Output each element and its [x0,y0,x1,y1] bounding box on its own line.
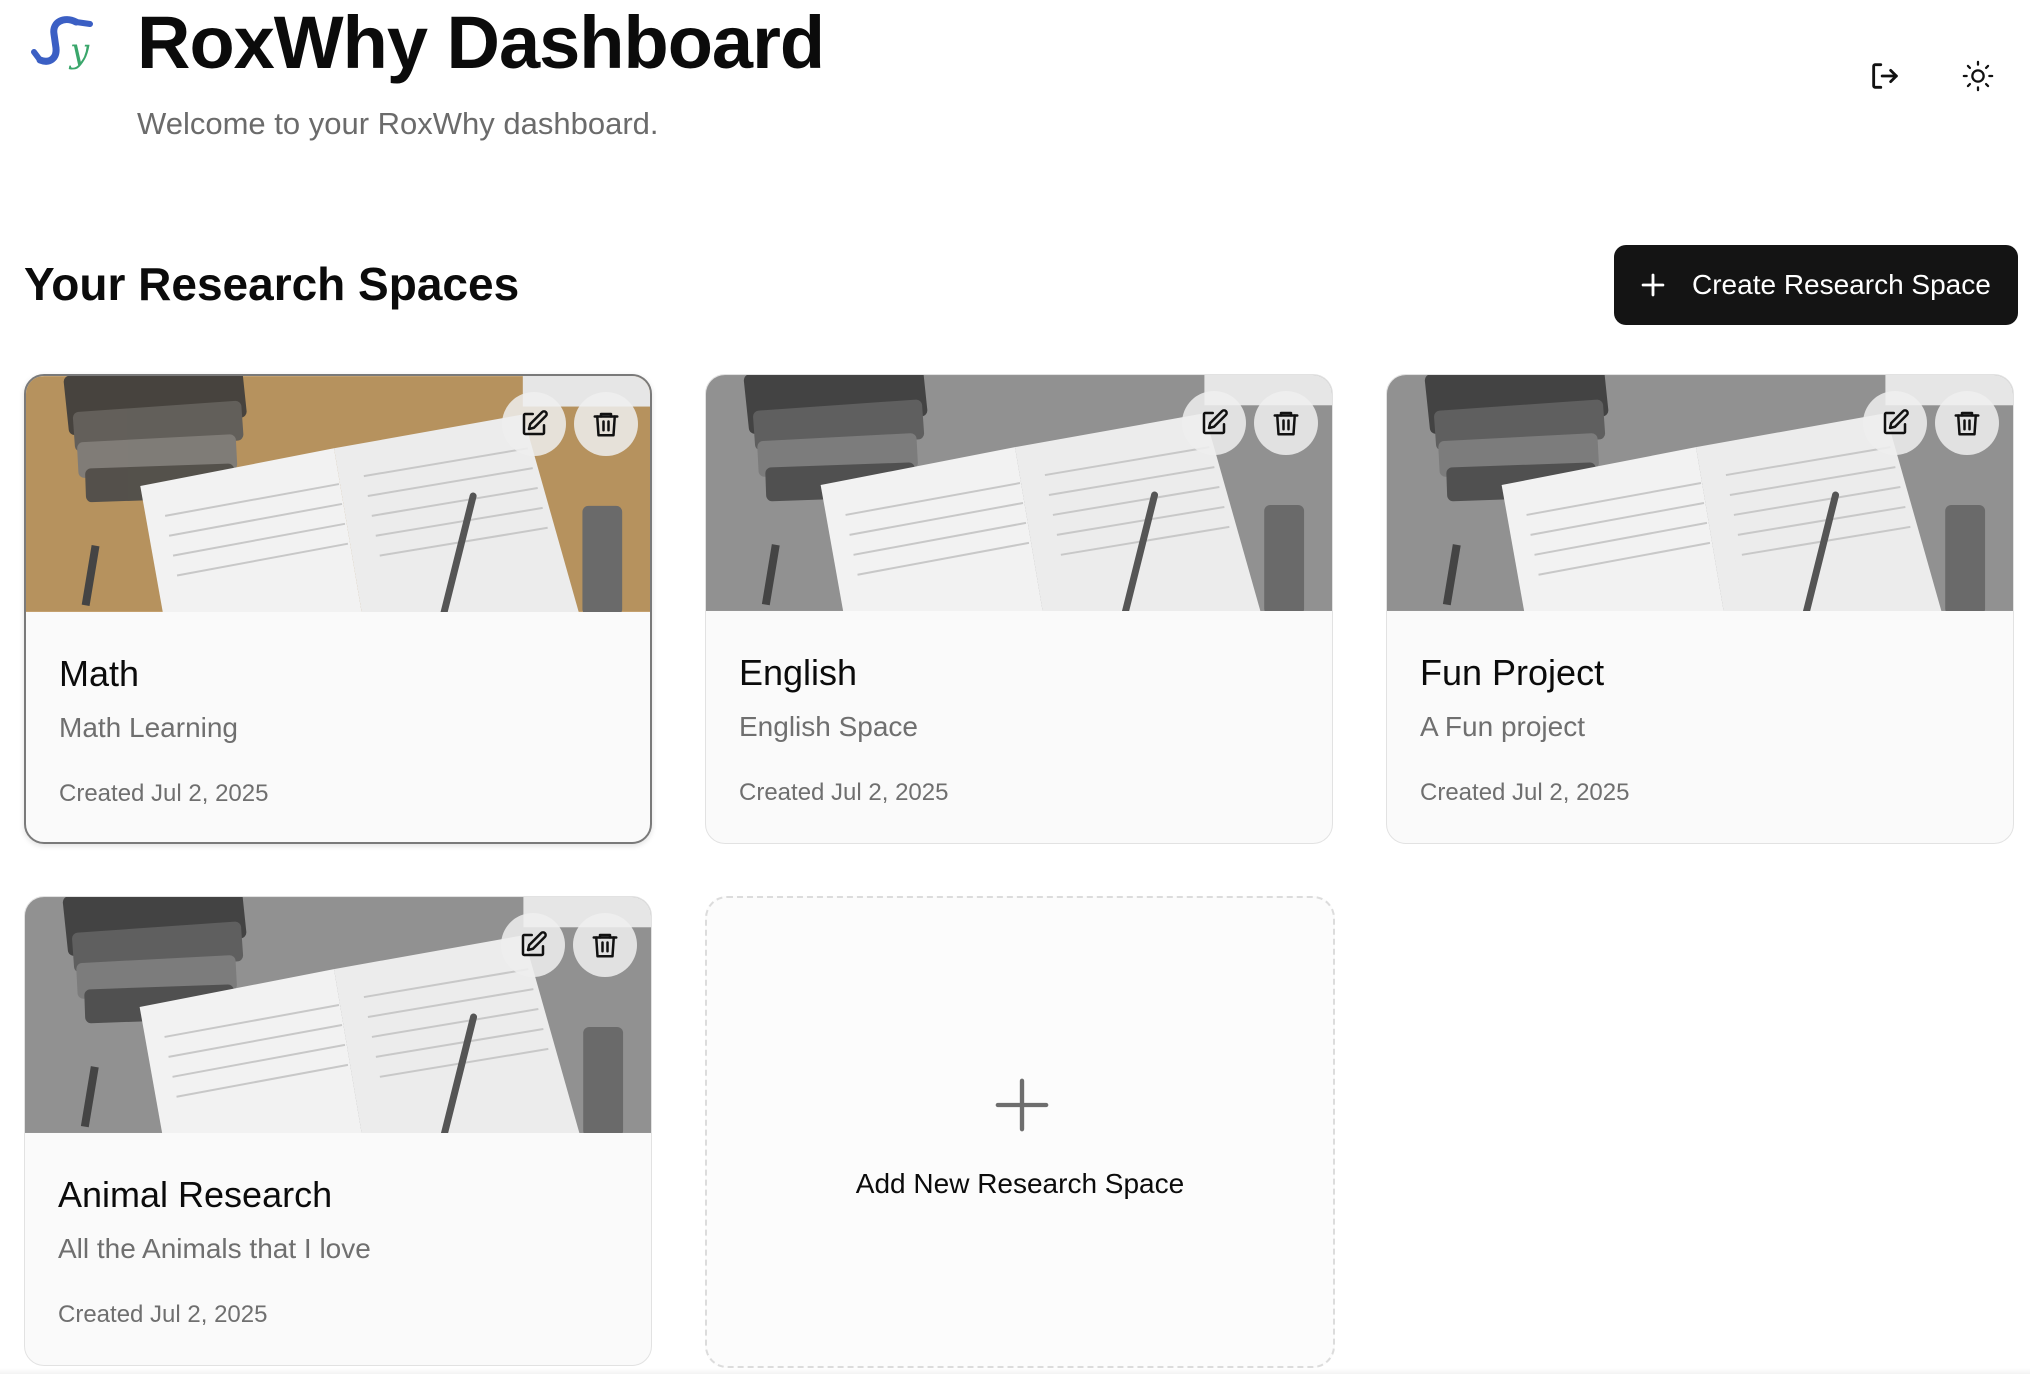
edit-button[interactable] [502,392,566,456]
edit-button[interactable] [501,913,565,977]
section-title: Your Research Spaces [24,258,520,310]
edit-icon [522,410,548,436]
delete-button[interactable] [1254,391,1318,455]
page-subtitle: Welcome to your RoxWhy dashboard. [137,106,659,141]
card-description: A Fun project [1420,711,1585,742]
add-new-research-space-card[interactable]: Add New Research Space [705,896,1335,1368]
sun-icon [1962,60,1994,92]
research-space-card[interactable]: Math Math Learning Created Jul 2, 2025 [24,374,652,844]
page-title: RoxWhy Dashboard [137,1,825,84]
logout-button[interactable] [1861,52,1909,100]
card-title: English [739,652,858,693]
edit-button[interactable] [1182,391,1246,455]
card-created-date: Created Jul 2, 2025 [739,779,949,806]
card-description: English Space [739,711,919,742]
trash-icon [1273,411,1299,436]
card-created-date: Created Jul 2, 2025 [58,1301,268,1328]
research-space-card[interactable]: English English Space Created Jul 2, 202… [705,374,1333,844]
card-title: Animal Research [58,1174,333,1215]
edit-icon [521,931,547,957]
card-created-date: Created Jul 2, 2025 [1420,779,1630,806]
delete-button[interactable] [573,913,637,977]
bottom-fade [0,1368,2030,1374]
trash-icon [1954,411,1980,436]
card-title: Math [59,653,140,694]
trash-icon [592,933,618,958]
svg-text:y: y [68,31,90,71]
plus-icon [993,1076,1051,1134]
card-created-date: Created Jul 2, 2025 [59,780,269,807]
plus-icon [1636,268,1670,302]
add-new-label: Add New Research Space [855,1168,1185,1199]
roxwhy-logo: y [30,14,102,76]
edit-icon [1883,409,1909,435]
delete-button[interactable] [1935,391,1999,455]
card-title: Fun Project [1420,652,1605,693]
theme-toggle-button[interactable] [1954,52,2002,100]
research-space-card[interactable]: Animal Research All the Animals that I l… [24,896,652,1366]
edit-icon [1202,409,1228,435]
logout-icon [1872,63,1898,89]
edit-button[interactable] [1863,391,1927,455]
card-description: All the Animals that I love [58,1233,371,1264]
research-space-card[interactable]: Fun Project A Fun project Created Jul 2,… [1386,374,2014,844]
delete-button[interactable] [574,392,638,456]
card-description: Math Learning [59,712,239,743]
create-button-label: Create Research Space [1692,269,1991,300]
create-research-space-button[interactable]: Create Research Space [1614,245,2018,325]
trash-icon [593,412,619,437]
